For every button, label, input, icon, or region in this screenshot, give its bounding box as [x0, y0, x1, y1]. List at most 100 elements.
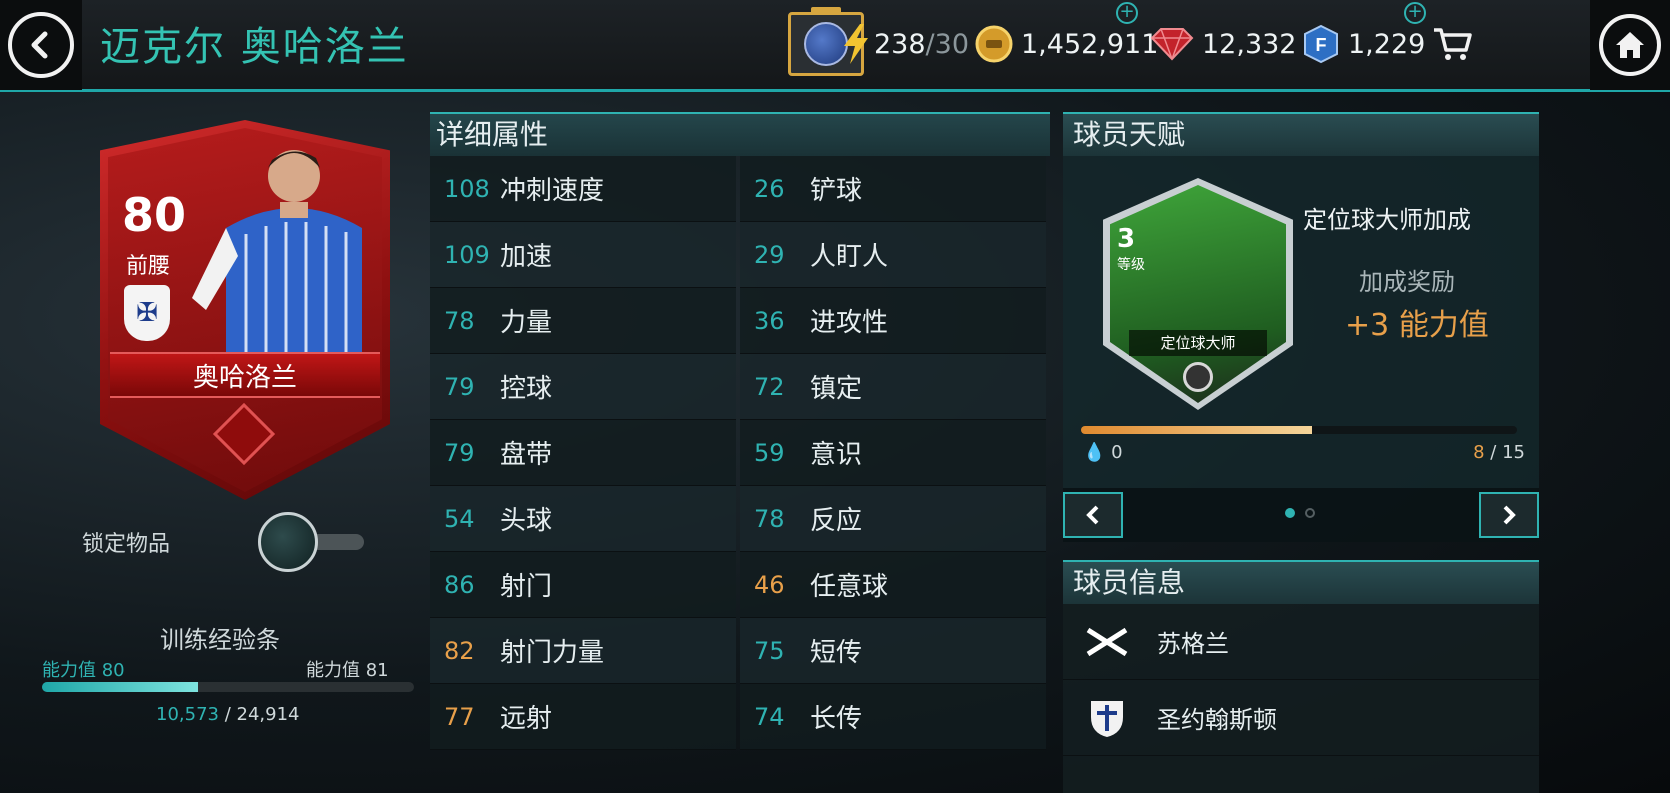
attribute-cell: 74 长传 [740, 684, 1046, 750]
points-counter[interactable]: F 1,229 [1302, 24, 1425, 64]
energy-max: /30 [925, 28, 969, 60]
gem-icon [1150, 28, 1194, 61]
club-name: 圣约翰斯顿 [1157, 706, 1277, 734]
ability-next: 能力值 81 [306, 660, 389, 681]
attribute-cell: 82 射门力量 [430, 618, 736, 684]
fifa-points-icon: F [1304, 24, 1338, 64]
attribute-value: 36 [754, 306, 785, 335]
attribute-name: 任意球 [810, 572, 889, 602]
xp-total: / 24,914 [218, 704, 300, 725]
training-xp: 10,573 / 24,914 [156, 704, 299, 725]
attribute-value: 29 [754, 240, 785, 269]
home-icon [1599, 14, 1661, 76]
top-bar: 迈克尔 奥哈洛兰 238/30 1,452,911 + 12,332 F 1,2… [0, 0, 1670, 92]
attribute-name: 加速 [500, 242, 553, 272]
home-button[interactable] [1590, 0, 1670, 90]
player-info-panel: 球员信息 苏格兰 圣约翰斯顿 [1063, 560, 1539, 793]
talent-name: 定位球大师加成 [1303, 206, 1471, 234]
points-value: 1,229 [1348, 28, 1426, 60]
training-title: 训练经验条 [160, 626, 280, 654]
attribute-cell: 86 射门 [430, 552, 736, 618]
attribute-name: 盘带 [500, 440, 553, 470]
attribute-name: 短传 [810, 638, 863, 668]
card-rating: 80 [122, 188, 187, 242]
attribute-name: 射门力量 [500, 638, 605, 668]
coins-counter[interactable]: 1,452,911 [975, 24, 1158, 64]
attribute-row: 54 头球 78 反应 [430, 486, 1050, 552]
talent-level: 3 [1117, 224, 1136, 254]
attribute-value: 46 [754, 570, 785, 599]
attribute-value: 54 [444, 504, 475, 533]
attribute-cell: 77 远射 [430, 684, 736, 750]
attribute-name: 意识 [810, 440, 863, 470]
toggle-knob [258, 512, 318, 572]
attribute-value: 77 [444, 702, 475, 731]
drop-icon: 💧 [1083, 442, 1106, 463]
attribute-cell: 75 短传 [740, 618, 1046, 684]
attribute-name: 人盯人 [810, 242, 889, 272]
energy-counter[interactable]: 238/30 [842, 24, 969, 64]
attribute-value: 74 [754, 702, 785, 731]
lock-item-toggle[interactable] [258, 512, 368, 572]
attribute-name: 射门 [500, 572, 553, 602]
page-dot-2[interactable] [1305, 508, 1315, 518]
back-arrow-icon [8, 12, 74, 78]
attribute-cell: 72 镇定 [740, 354, 1046, 420]
info-title: 球员信息 [1063, 560, 1539, 604]
attribute-row: 78 力量 36 进攻性 [430, 288, 1050, 354]
club-row[interactable]: 圣约翰斯顿 [1063, 680, 1539, 756]
attribute-name: 长传 [810, 704, 863, 734]
attribute-value: 86 [444, 570, 475, 599]
attributes-title: 详细属性 [430, 112, 1050, 156]
attribute-name: 进攻性 [810, 308, 889, 338]
player-card[interactable]: 80 前腰 ✠ 奥哈洛兰 [100, 120, 390, 500]
attribute-cell: 59 意识 [740, 420, 1046, 486]
attribute-value: 78 [444, 306, 475, 335]
player-portrait [192, 150, 362, 358]
attribute-name: 头球 [500, 506, 553, 536]
training-progress-fill [42, 682, 199, 692]
attribute-value: 108 [444, 174, 490, 203]
gems-counter[interactable]: 12,332 [1150, 24, 1296, 64]
attribute-cell: 78 力量 [430, 288, 736, 354]
page-dots [1285, 508, 1315, 518]
attribute-cell: 36 进攻性 [740, 288, 1046, 354]
talent-panel: 球员天赋 3 等级 定位球大师 定位球大师加成 加成奖励 +3 能力值 💧 0 … [1063, 112, 1539, 542]
talent-progress-min: 💧 0 [1083, 442, 1123, 463]
attribute-value: 78 [754, 504, 785, 533]
nation-row[interactable]: 苏格兰 [1063, 604, 1539, 680]
talent-level-label: 等级 [1117, 257, 1145, 273]
attribute-value: 72 [754, 372, 785, 401]
football-icon [1183, 362, 1213, 392]
add-points-button[interactable]: + [1404, 2, 1426, 24]
attribute-name: 力量 [500, 308, 553, 338]
page-dot-1[interactable] [1285, 508, 1295, 518]
card-position: 前腰 [126, 254, 171, 279]
energy-value: 238 [874, 28, 926, 60]
attribute-row: 79 盘带 59 意识 [430, 420, 1050, 486]
attribute-cell: 79 盘带 [430, 420, 736, 486]
attribute-cell: 26 铲球 [740, 156, 1046, 222]
card-name: 奥哈洛兰 [110, 352, 380, 398]
talent-pager [1063, 488, 1539, 542]
talent-min-value: 0 [1111, 442, 1123, 463]
attribute-name: 镇定 [810, 374, 863, 404]
add-coins-button[interactable]: + [1116, 2, 1138, 24]
attribute-cell: 29 人盯人 [740, 222, 1046, 288]
attribute-cell: 79 控球 [430, 354, 736, 420]
attribute-cell: 78 反应 [740, 486, 1046, 552]
nation-name: 苏格兰 [1157, 630, 1229, 658]
back-button[interactable] [0, 0, 82, 90]
gems-value: 12,332 [1202, 28, 1297, 60]
talent-badge[interactable]: 3 等级 定位球大师 [1103, 178, 1293, 410]
talent-badge-name: 定位球大师 [1129, 330, 1267, 356]
next-talent-button[interactable] [1479, 492, 1539, 538]
attribute-row: 86 射门 46 任意球 [430, 552, 1050, 618]
attribute-name: 远射 [500, 704, 553, 734]
xp-current: 10,573 [156, 704, 219, 725]
shop-cart-icon[interactable] [1432, 26, 1472, 66]
prev-talent-button[interactable] [1063, 492, 1123, 538]
attribute-value: 79 [444, 372, 475, 401]
attribute-value: 75 [754, 636, 785, 665]
attribute-cell: 54 头球 [430, 486, 736, 552]
